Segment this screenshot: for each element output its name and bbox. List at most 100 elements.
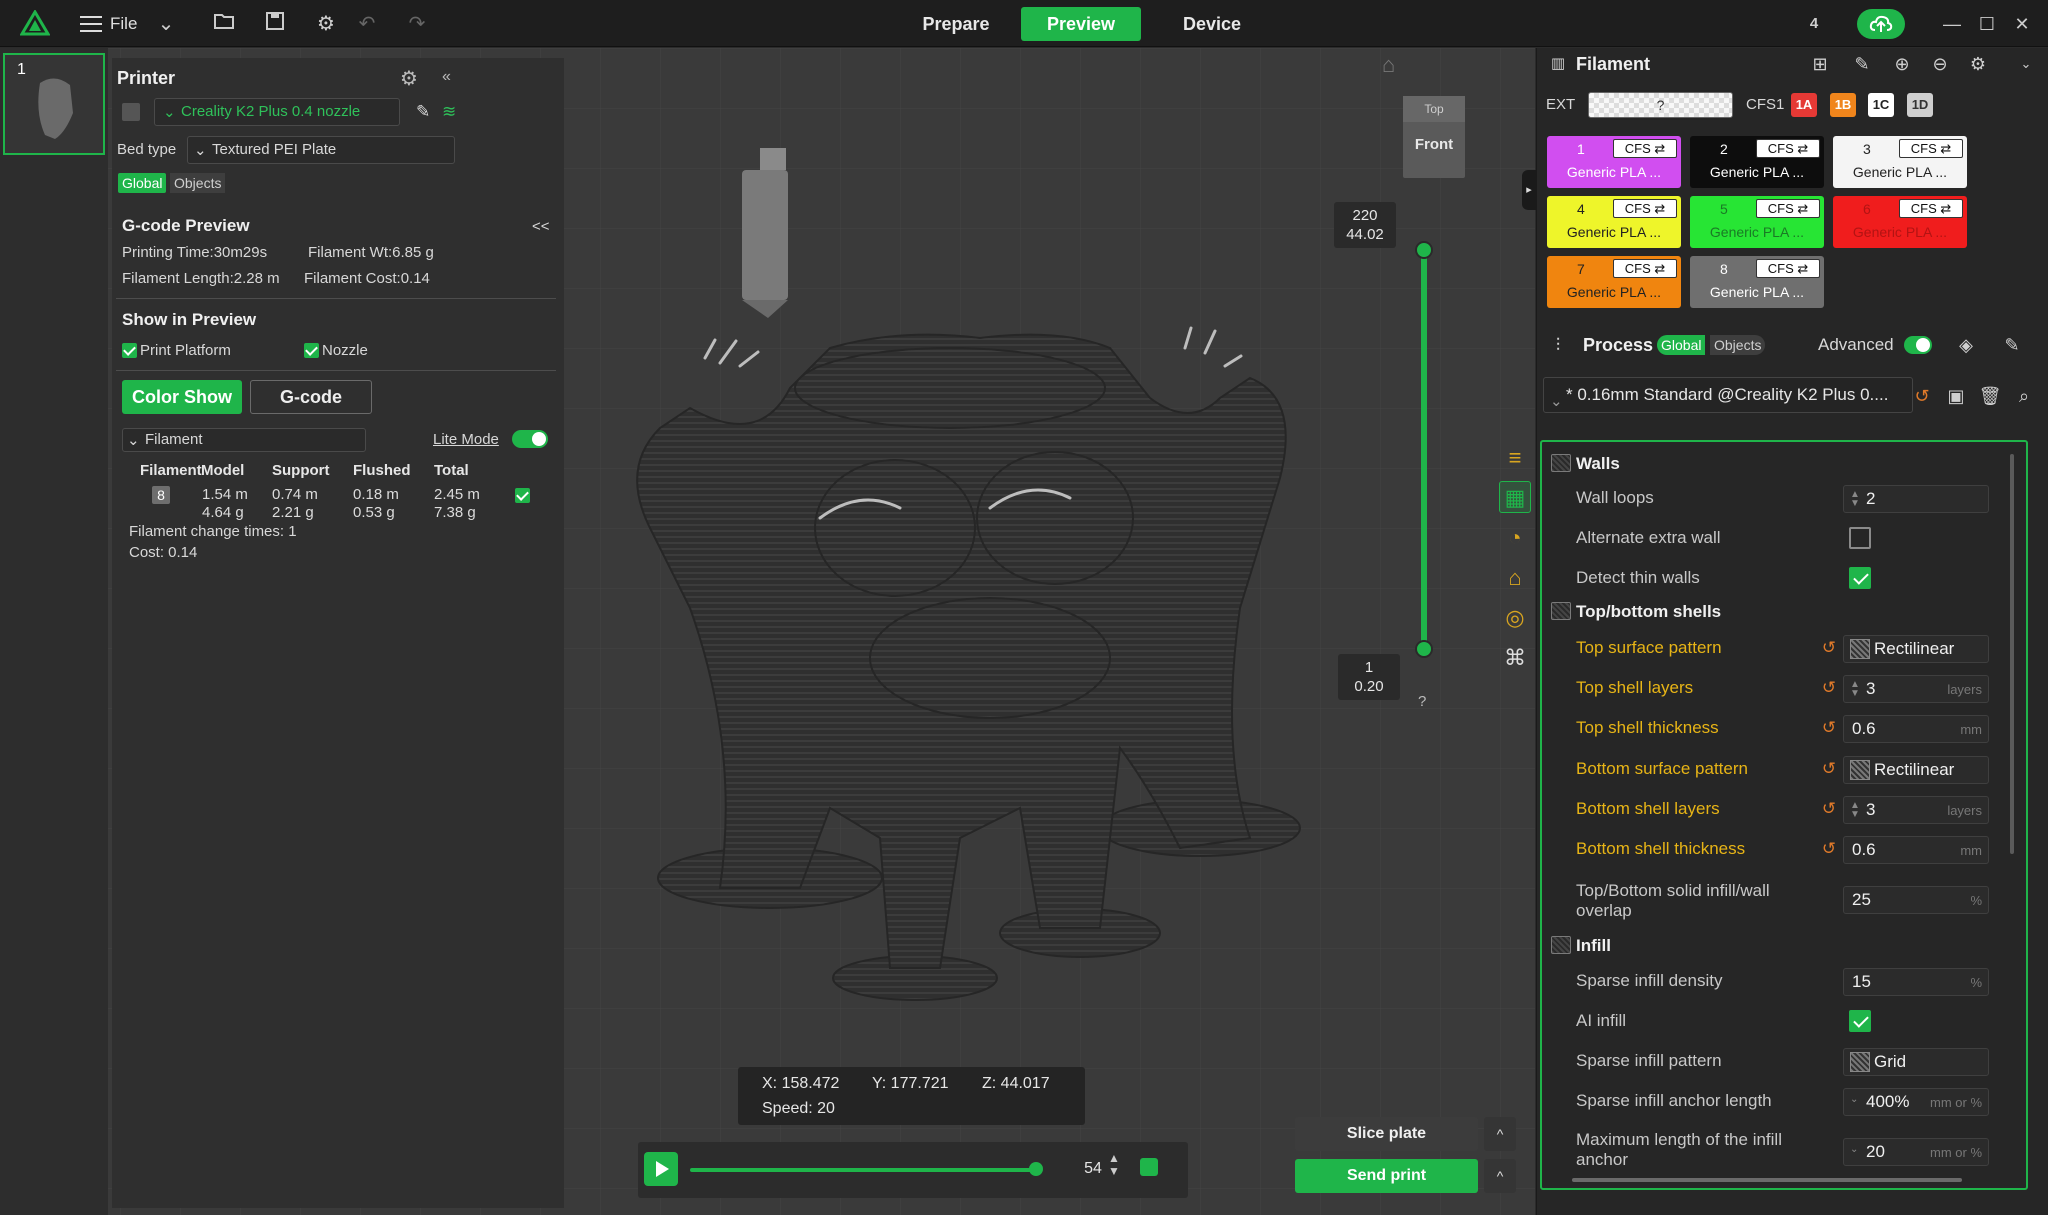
filament-slot[interactable]: 1 CFS ⇄ Generic PLA ... xyxy=(1547,136,1681,188)
alternate-extra-wall-checkbox[interactable] xyxy=(1849,527,1871,549)
compare-icon[interactable]: ◈ xyxy=(1954,333,1978,357)
filament-slot[interactable]: 4 CFS ⇄ Generic PLA ... xyxy=(1547,196,1681,248)
delete-preset-icon[interactable]: 🗑 xyxy=(1978,384,2002,408)
slot-cfs-tag[interactable]: CFS ⇄ xyxy=(1756,199,1820,218)
chevron-down-icon[interactable]: ⌄ xyxy=(1850,1145,1858,1155)
bed-icon[interactable]: ⌂ xyxy=(1499,562,1531,594)
step-spinner-icon[interactable]: ▲ ▼ xyxy=(1108,1152,1120,1178)
layer-slider-top-handle[interactable] xyxy=(1415,241,1433,259)
view-cube[interactable]: Top Front xyxy=(1403,96,1465,178)
settings-scrollbar-horizontal[interactable] xyxy=(1572,1178,1962,1182)
slot-filament-name[interactable]: Generic PLA ... xyxy=(1547,284,1681,300)
printer-settings-icon[interactable]: ⚙ xyxy=(400,66,418,91)
slot-filament-name[interactable]: Generic PLA ... xyxy=(1833,164,1967,180)
slot-filament-name[interactable]: Generic PLA ... xyxy=(1690,284,1824,300)
max-anchor-input[interactable]: ⌄ 20 mm or % xyxy=(1843,1138,1989,1166)
filament-slot[interactable]: 7 CFS ⇄ Generic PLA ... xyxy=(1547,256,1681,308)
process-scope-global[interactable]: Global xyxy=(1657,335,1706,355)
collapse-panel-icon[interactable]: « xyxy=(442,68,451,86)
sparse-infill-pattern-select[interactable]: Grid xyxy=(1843,1048,1989,1076)
slot-filament-name[interactable]: Generic PLA ... xyxy=(1547,164,1681,180)
printer-scope-objects[interactable]: Objects xyxy=(170,173,226,193)
reset-icon[interactable]: ↺ xyxy=(1820,840,1838,858)
save-icon[interactable] xyxy=(261,10,289,38)
filament-slot[interactable]: 8 CFS ⇄ Generic PLA ... xyxy=(1690,256,1824,308)
process-scope-objects[interactable]: Objects xyxy=(1710,335,1766,355)
chevron-down-icon[interactable]: ⌄ xyxy=(152,10,180,38)
slot-filament-name[interactable]: Generic PLA ... xyxy=(1833,224,1967,240)
chevron-down-icon[interactable]: ⌄ xyxy=(1850,1095,1858,1105)
process-preset-select[interactable]: ⌄ * 0.16mm Standard @Creality K2 Plus 0.… xyxy=(1543,377,1913,413)
lite-mode-toggle[interactable] xyxy=(512,430,548,448)
reset-icon[interactable]: ↺ xyxy=(1820,800,1838,818)
tab-preview[interactable]: Preview xyxy=(1021,7,1141,41)
slot-cfs-tag[interactable]: CFS ⇄ xyxy=(1899,199,1963,218)
send-print-button[interactable]: Send print xyxy=(1295,1159,1478,1193)
layer-help-icon[interactable]: ? xyxy=(1418,693,1426,710)
filament-slot[interactable]: 6 CFS ⇄ Generic PLA ... xyxy=(1833,196,1967,248)
spinner-icon[interactable]: ▲ ▼ xyxy=(1850,680,1860,699)
gcode-button[interactable]: G-code xyxy=(250,380,372,414)
nozzle-checkbox[interactable] xyxy=(304,343,319,358)
slot-cfs-tag[interactable]: CFS ⇄ xyxy=(1613,199,1677,218)
settings-gear-icon[interactable]: ⚙ xyxy=(312,10,340,38)
cloud-upload-button[interactable] xyxy=(1857,9,1905,39)
filament-slot[interactable]: 2 CFS ⇄ Generic PLA ... xyxy=(1690,136,1824,188)
anchor-length-input[interactable]: ⌄ 400% mm or % xyxy=(1843,1088,1989,1116)
reset-preset-icon[interactable]: ↺ xyxy=(1910,384,1934,408)
process-edit-icon[interactable]: ✎ xyxy=(2000,333,2024,357)
layers-stack-icon[interactable] xyxy=(1140,1158,1158,1176)
play-icon[interactable] xyxy=(644,1152,678,1186)
collapse-right-panel-icon[interactable]: ▸ xyxy=(1522,170,1536,210)
settings-scrollbar-vertical[interactable] xyxy=(2010,454,2014,854)
detect-thin-walls-checkbox[interactable] xyxy=(1849,567,1871,589)
move-slider-handle[interactable] xyxy=(1029,1162,1043,1176)
redo-icon[interactable]: ↷ xyxy=(403,10,431,38)
printer-scope-global[interactable]: Global xyxy=(118,173,167,193)
top-shell-layers-input[interactable]: ▲ ▼ 3 layers xyxy=(1843,675,1989,703)
speed-gauge-icon[interactable]: ◔ xyxy=(1499,522,1531,554)
command-icon[interactable]: ⌘ xyxy=(1499,642,1531,674)
minimize-icon[interactable]: — xyxy=(1940,12,1964,36)
cfs-chip-1b[interactable]: 1B xyxy=(1830,93,1856,117)
filament-slot[interactable]: 5 CFS ⇄ Generic PLA ... xyxy=(1690,196,1824,248)
open-folder-icon[interactable] xyxy=(210,10,238,38)
reset-icon[interactable]: ↺ xyxy=(1820,719,1838,737)
wifi-icon[interactable]: ≋ xyxy=(442,102,456,122)
tab-device[interactable]: Device xyxy=(1156,7,1268,41)
top-surface-pattern-select[interactable]: Rectilinear xyxy=(1843,635,1989,663)
remove-filament-icon[interactable]: ⊖ xyxy=(1928,52,1952,76)
bottom-surface-pattern-select[interactable]: Rectilinear xyxy=(1843,756,1989,784)
color-show-button[interactable]: Color Show xyxy=(122,380,242,414)
send-options-caret[interactable]: ^ xyxy=(1484,1159,1516,1193)
layer-view-icon[interactable]: ▦ xyxy=(1499,481,1531,513)
filament-visible-checkbox[interactable] xyxy=(515,488,530,503)
notification-count[interactable]: 4 xyxy=(1800,10,1828,38)
search-icon[interactable]: ⌕ xyxy=(2012,384,2036,408)
print-platform-checkbox[interactable] xyxy=(122,343,137,358)
add-filament-icon[interactable]: ⊕ xyxy=(1890,52,1914,76)
slot-cfs-tag[interactable]: CFS ⇄ xyxy=(1613,259,1677,278)
slot-filament-name[interactable]: Generic PLA ... xyxy=(1690,164,1824,180)
top-shell-thickness-input[interactable]: 0.6 mm xyxy=(1843,715,1989,743)
external-spool-slot[interactable]: ? xyxy=(1588,92,1733,118)
edit-printer-icon[interactable]: ✎ xyxy=(416,102,430,122)
home-view-icon[interactable]: ⌂ xyxy=(1382,52,1395,78)
slot-filament-name[interactable]: Generic PLA ... xyxy=(1690,224,1824,240)
slice-plate-button[interactable]: Slice plate xyxy=(1295,1117,1478,1151)
maximize-icon[interactable]: ☐ xyxy=(1975,12,1999,36)
cfs-chip-1d[interactable]: 1D xyxy=(1907,93,1933,117)
layer-align-icon[interactable]: ≡ xyxy=(1499,442,1531,474)
filament-edit-icon[interactable]: ✎ xyxy=(1850,52,1874,76)
reset-icon[interactable]: ↺ xyxy=(1820,679,1838,697)
filament-sync-icon[interactable]: ⊞ xyxy=(1808,52,1832,76)
filament-slot[interactable]: 3 CFS ⇄ Generic PLA ... xyxy=(1833,136,1967,188)
filament-settings-icon[interactable]: ⚙ xyxy=(1966,52,1990,76)
slot-cfs-tag[interactable]: CFS ⇄ xyxy=(1613,139,1677,158)
bed-type-select[interactable]: ⌄ Textured PEI Plate xyxy=(187,136,455,164)
collapse-preview-icon[interactable]: << xyxy=(532,218,550,235)
slot-filament-name[interactable]: Generic PLA ... xyxy=(1547,224,1681,240)
wall-loops-input[interactable]: ▲ ▼ 2 xyxy=(1843,485,1989,513)
layer-slider-bottom-handle[interactable] xyxy=(1415,640,1433,658)
advanced-toggle[interactable] xyxy=(1904,336,1932,354)
